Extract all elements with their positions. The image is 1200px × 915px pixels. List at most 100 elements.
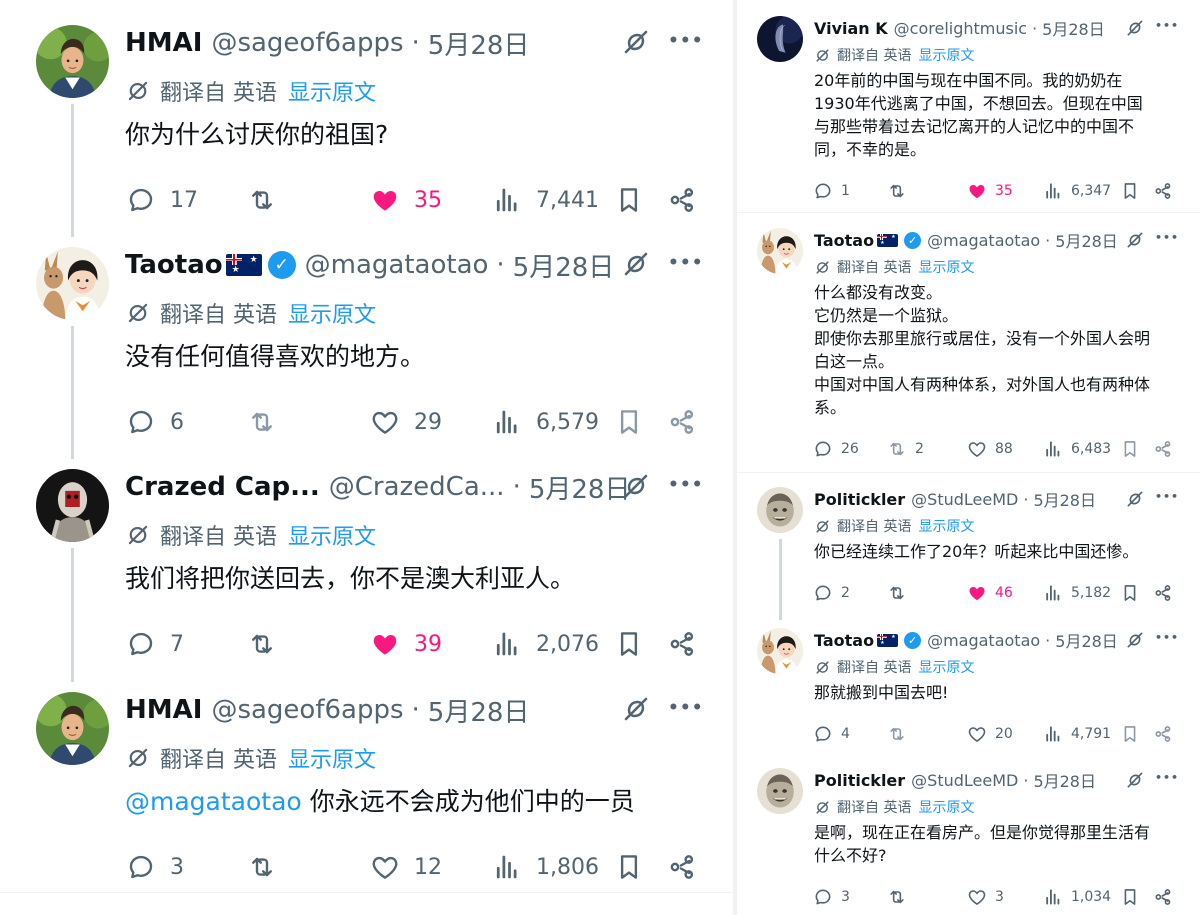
reply-button[interactable]: 4 <box>813 724 850 744</box>
tweet-date[interactable]: 5月28日 <box>1042 16 1105 40</box>
retweet-button[interactable] <box>887 181 907 201</box>
user-handle[interactable]: @magataotao <box>927 231 1040 250</box>
tweet-date[interactable]: 5月28日 <box>1033 487 1096 511</box>
reply-button[interactable]: 3 <box>813 887 850 907</box>
reply-button[interactable]: 26 <box>813 439 859 459</box>
more-icon[interactable]: ••• <box>668 255 704 272</box>
like-button[interactable]: 88 <box>967 439 1013 459</box>
like-button[interactable]: 20 <box>967 724 1013 744</box>
tweet-date[interactable]: 5月28日 <box>428 25 530 62</box>
more-icon[interactable]: ••• <box>1155 772 1179 783</box>
grok-slash-icon[interactable] <box>1125 18 1145 38</box>
bookmark-button[interactable] <box>614 852 644 882</box>
more-icon[interactable]: ••• <box>1155 632 1179 643</box>
grok-icon-wrap[interactable] <box>1125 770 1145 794</box>
user-handle[interactable]: @StudLeeMD <box>911 490 1018 509</box>
mention-link[interactable]: @magataotao <box>125 787 302 816</box>
grok-slash-icon[interactable] <box>1125 489 1145 509</box>
avatar[interactable] <box>36 469 109 542</box>
grok-icon-wrap[interactable] <box>621 471 651 505</box>
display-name[interactable]: Taotao <box>814 231 874 250</box>
views-button[interactable]: 6,579 <box>492 407 599 437</box>
avatar[interactable] <box>757 487 803 533</box>
display-name[interactable]: HMAI <box>125 28 202 58</box>
user-handle[interactable]: @StudLeeMD <box>911 771 1018 790</box>
share-button[interactable] <box>1155 583 1175 603</box>
more-icon[interactable]: ••• <box>668 700 704 717</box>
share-button[interactable] <box>670 407 700 437</box>
more-icon[interactable]: ••• <box>1155 491 1179 502</box>
retweet-button[interactable]: 2 <box>887 439 924 459</box>
grok-slash-icon[interactable] <box>1125 230 1145 250</box>
retweet-button[interactable] <box>887 583 907 603</box>
share-button[interactable] <box>1155 724 1175 744</box>
reply-button[interactable]: 17 <box>126 185 198 215</box>
tweet-date[interactable]: 5月28日 <box>1033 768 1096 792</box>
grok-slash-icon[interactable] <box>621 249 651 279</box>
share-button[interactable] <box>670 629 700 659</box>
views-button[interactable]: 4,791 <box>1043 724 1111 744</box>
retweet-button[interactable] <box>247 407 277 437</box>
views-button[interactable]: 6,347 <box>1043 181 1111 201</box>
bookmark-button[interactable] <box>614 629 644 659</box>
like-button[interactable]: 35 <box>370 185 442 215</box>
views-button[interactable]: 7,441 <box>492 185 599 215</box>
grok-icon-wrap[interactable] <box>1125 230 1145 254</box>
avatar[interactable] <box>36 247 109 320</box>
user-handle[interactable]: @sageof6apps <box>211 695 403 725</box>
show-original-link[interactable]: 显示原文 <box>288 297 376 329</box>
reply-button[interactable]: 2 <box>813 583 850 603</box>
avatar[interactable] <box>757 628 803 674</box>
avatar[interactable] <box>36 692 109 765</box>
views-button[interactable]: 6,483 <box>1043 439 1111 459</box>
grok-icon-wrap[interactable] <box>621 694 651 728</box>
tweet-date[interactable]: 5月28日 <box>1055 628 1118 652</box>
more-icon[interactable]: ••• <box>1155 20 1179 31</box>
display-name[interactable]: HMAI <box>125 695 202 725</box>
reply-button[interactable]: 6 <box>126 407 184 437</box>
retweet-button[interactable] <box>247 852 277 882</box>
like-button[interactable]: 39 <box>370 629 442 659</box>
share-button[interactable] <box>1155 887 1175 907</box>
grok-slash-icon[interactable] <box>621 694 651 724</box>
more-icon[interactable]: ••• <box>668 477 704 494</box>
show-original-link[interactable]: 显示原文 <box>918 657 974 677</box>
views-button[interactable]: 1,806 <box>492 852 599 882</box>
grok-slash-icon[interactable] <box>1125 630 1145 650</box>
display-name[interactable]: Vivian K <box>814 19 888 38</box>
share-button[interactable] <box>670 852 700 882</box>
bookmark-button[interactable] <box>1120 439 1140 459</box>
grok-icon-wrap[interactable] <box>1125 489 1145 513</box>
tweet-date[interactable]: 5月28日 <box>529 469 631 506</box>
tweet-date[interactable]: 5月28日 <box>428 692 530 729</box>
user-handle[interactable]: @magataotao <box>927 631 1040 650</box>
show-original-link[interactable]: 显示原文 <box>288 742 376 774</box>
bookmark-button[interactable] <box>614 407 644 437</box>
retweet-button[interactable] <box>247 185 277 215</box>
retweet-button[interactable] <box>887 724 907 744</box>
bookmark-button[interactable] <box>1120 181 1140 201</box>
avatar[interactable] <box>36 25 109 98</box>
avatar[interactable] <box>757 228 803 274</box>
grok-icon-wrap[interactable] <box>1125 630 1145 654</box>
share-button[interactable] <box>1155 181 1175 201</box>
tweet-date[interactable]: 5月28日 <box>1055 228 1118 252</box>
user-handle[interactable]: @sageof6apps <box>211 28 403 58</box>
display-name[interactable]: Taotao <box>814 631 874 650</box>
show-original-link[interactable]: 显示原文 <box>918 516 974 536</box>
display-name[interactable]: Politickler <box>814 771 905 790</box>
bookmark-button[interactable] <box>1120 724 1140 744</box>
show-original-link[interactable]: 显示原文 <box>918 797 974 817</box>
show-original-link[interactable]: 显示原文 <box>918 45 974 65</box>
tweet-date[interactable]: 5月28日 <box>513 247 615 284</box>
bookmark-button[interactable] <box>614 185 644 215</box>
grok-icon-wrap[interactable] <box>621 27 651 61</box>
retweet-button[interactable] <box>247 629 277 659</box>
share-button[interactable] <box>670 185 700 215</box>
display-name[interactable]: Politickler <box>814 490 905 509</box>
views-button[interactable]: 5,182 <box>1043 583 1111 603</box>
avatar[interactable] <box>757 768 803 814</box>
user-handle[interactable]: @magataotao <box>305 250 489 280</box>
avatar[interactable] <box>757 16 803 62</box>
grok-slash-icon[interactable] <box>621 27 651 57</box>
